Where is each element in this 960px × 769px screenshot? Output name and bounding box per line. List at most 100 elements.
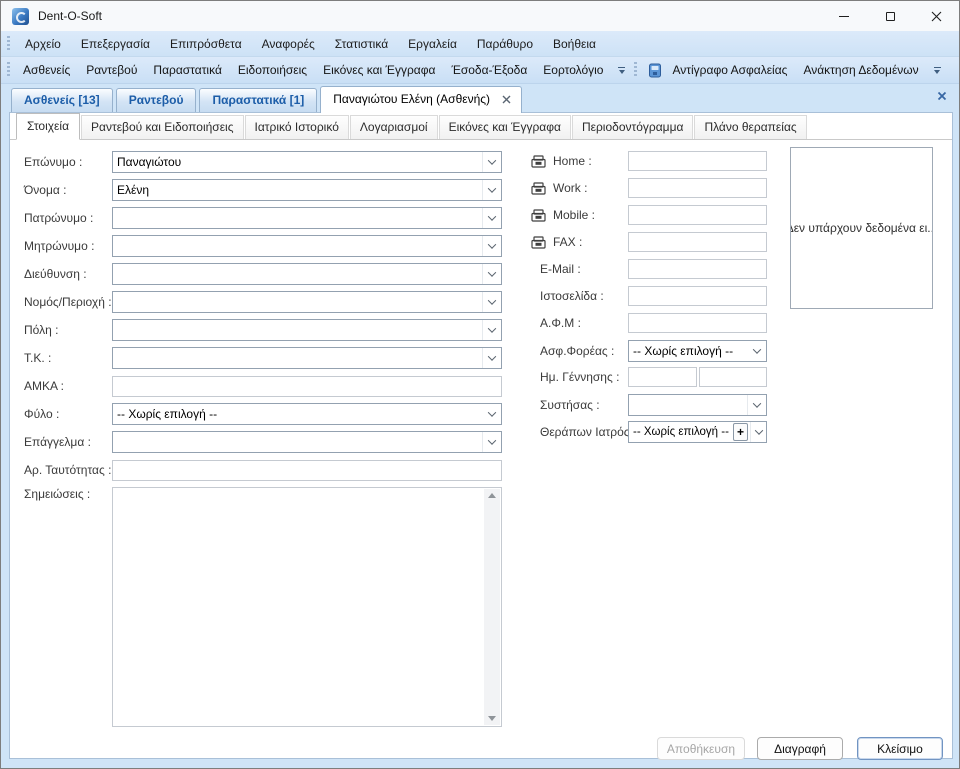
minimize-button[interactable] xyxy=(821,1,867,31)
amka-label: ΑΜΚΑ : xyxy=(24,379,112,393)
menu-reports[interactable]: Αναφορές xyxy=(252,31,325,57)
region-combobox[interactable] xyxy=(112,291,502,313)
menu-window[interactable]: Παράθυρο xyxy=(467,31,543,57)
address-combobox[interactable] xyxy=(112,263,502,285)
menu-file[interactable]: Αρχείο xyxy=(15,31,71,57)
fax-input[interactable] xyxy=(628,232,767,252)
id-number-input[interactable] xyxy=(112,460,502,481)
notes-scrollbar[interactable] xyxy=(484,489,500,725)
birthdate-label: Ημ. Γέννησης : xyxy=(526,370,628,384)
scroll-up-icon[interactable] xyxy=(488,493,496,498)
postcode-combobox[interactable] xyxy=(112,347,502,369)
toolbar-images-documents-button[interactable]: Εικόνες και Έγγραφα xyxy=(315,58,443,83)
chevron-down-icon xyxy=(483,411,501,417)
close-active-tab-button[interactable] xyxy=(937,91,947,101)
close-button[interactable] xyxy=(913,1,959,31)
chevron-down-icon[interactable] xyxy=(482,432,501,452)
afm-input[interactable] xyxy=(628,313,767,333)
toolbar-invoices-button[interactable]: Παραστατικά xyxy=(145,58,229,83)
surname-combobox[interactable]: Παναγιώτου xyxy=(112,151,502,173)
firstname-combobox[interactable]: Ελένη xyxy=(112,179,502,201)
city-row: Πόλη : xyxy=(24,319,502,341)
chevron-down-icon[interactable] xyxy=(482,236,501,256)
menu-extras[interactable]: Επιπρόσθετα xyxy=(160,31,252,57)
toolbar-namedays-button[interactable]: Εορτολόγιο xyxy=(535,58,611,83)
city-combobox[interactable] xyxy=(112,319,502,341)
region-row: Νομός/Περιοχή : xyxy=(24,291,502,313)
subtab-medical-history[interactable]: Ιατρικό Ιστορικό xyxy=(245,115,349,139)
toolbar-income-expenses-button[interactable]: Έσοδα-Έξοδα xyxy=(443,58,535,83)
chevron-down-icon[interactable] xyxy=(482,264,501,284)
birthdate-date-input[interactable] xyxy=(628,367,697,387)
notes-textarea[interactable] xyxy=(112,487,502,727)
toolbar-appointments-button[interactable]: Ραντεβού xyxy=(78,58,145,83)
website-label: Ιστοσελίδα : xyxy=(526,289,628,303)
chevron-down-icon[interactable] xyxy=(482,292,501,312)
subtab-accounts[interactable]: Λογαριασμοί xyxy=(350,115,438,139)
scroll-down-icon[interactable] xyxy=(488,716,496,721)
website-row: Ιστοσελίδα : xyxy=(526,286,767,306)
toolbar-restore-button[interactable]: Ανάκτηση Δεδομένων xyxy=(795,58,926,83)
patient-photo-placeholder[interactable]: Δεν υπάρχουν δεδομένα ει... xyxy=(790,147,933,309)
tab-patient-record[interactable]: Παναγιώτου Ελένη (Ασθενής) xyxy=(320,86,522,113)
mother-name-combobox[interactable] xyxy=(112,235,502,257)
subtab-periodontogram[interactable]: Περιοδοντόγραμμα xyxy=(572,115,693,139)
toolbar-patients-button[interactable]: Ασθενείς xyxy=(15,58,78,83)
toolbar-grip-handle[interactable] xyxy=(7,62,10,78)
work-phone-input[interactable] xyxy=(628,178,767,198)
chevron-down-icon[interactable] xyxy=(482,348,501,368)
backup-disk-icon xyxy=(648,63,662,78)
email-input[interactable] xyxy=(628,259,767,279)
insurance-value: -- Χωρίς επιλογή -- xyxy=(629,344,748,358)
chevron-down-icon[interactable] xyxy=(482,152,501,172)
chevron-down-icon[interactable] xyxy=(750,422,766,442)
subtab-treatment-plan[interactable]: Πλάνο θεραπείας xyxy=(694,115,806,139)
tab-appointments[interactable]: Ραντεβού xyxy=(116,88,197,112)
mobile-phone-input[interactable] xyxy=(628,205,767,225)
website-input[interactable] xyxy=(628,286,767,306)
menu-edit[interactable]: Επεξεργασία xyxy=(71,31,160,57)
tab-close-icon[interactable] xyxy=(502,95,511,104)
toolbar-overflow-icon-2[interactable] xyxy=(931,61,944,79)
add-doctor-button[interactable]: + xyxy=(733,423,748,441)
address-row: Διεύθυνση : xyxy=(24,263,502,285)
menu-help[interactable]: Βοήθεια xyxy=(543,31,606,57)
menu-tools[interactable]: Εργαλεία xyxy=(398,31,467,57)
mobile-phone-label-group: Mobile : xyxy=(526,208,628,222)
insurance-select[interactable]: -- Χωρίς επιλογή -- xyxy=(628,340,767,362)
referrer-row: Συστήσας : xyxy=(526,394,767,416)
maximize-button[interactable] xyxy=(867,1,913,31)
father-name-combobox[interactable] xyxy=(112,207,502,229)
amka-input[interactable] xyxy=(112,376,502,397)
subtab-appointments-notifications[interactable]: Ραντεβού και Ειδοποιήσεις xyxy=(81,115,243,139)
save-button[interactable]: Αποθήκευση xyxy=(657,737,745,760)
toolbar-notifications-button[interactable]: Ειδοποιήσεις xyxy=(230,58,315,83)
referrer-combobox[interactable] xyxy=(628,394,767,416)
chevron-down-icon[interactable] xyxy=(482,208,501,228)
chevron-down-icon[interactable] xyxy=(747,395,766,415)
tab-invoices[interactable]: Παραστατικά [1] xyxy=(199,88,317,112)
phone-icon xyxy=(531,182,546,195)
father-name-label: Πατρώνυμο : xyxy=(24,211,112,225)
referrer-value xyxy=(629,395,747,415)
menubar-grip-handle[interactable] xyxy=(7,36,10,52)
close-form-button[interactable]: Κλείσιμο xyxy=(857,737,943,760)
tab-patients[interactable]: Ασθενείς [13] xyxy=(11,88,113,112)
birthdate-extra-input[interactable] xyxy=(699,367,768,387)
subtab-details[interactable]: Στοιχεία xyxy=(16,113,80,140)
titlebar: Dent-O-Soft xyxy=(1,1,959,31)
home-phone-input[interactable] xyxy=(628,151,767,171)
menu-statistics[interactable]: Στατιστικά xyxy=(325,31,398,57)
subtab-images-documents[interactable]: Εικόνες και Έγγραφα xyxy=(439,115,571,139)
doctor-select[interactable]: -- Χωρίς επιλογή -- + xyxy=(628,421,767,443)
occupation-combobox[interactable] xyxy=(112,431,502,453)
notes-label: Σημειώσεις : xyxy=(24,487,112,501)
delete-button[interactable]: Διαγραφή xyxy=(757,737,843,760)
toolbar-overflow-icon[interactable] xyxy=(615,61,628,79)
toolbar-grip-handle-2[interactable] xyxy=(634,62,637,78)
postcode-value xyxy=(113,348,482,368)
toolbar-backup-button[interactable]: Αντίγραφο Ασφαλείας xyxy=(664,58,795,83)
chevron-down-icon[interactable] xyxy=(482,180,501,200)
gender-select[interactable]: -- Χωρίς επιλογή -- xyxy=(112,403,502,425)
chevron-down-icon[interactable] xyxy=(482,320,501,340)
